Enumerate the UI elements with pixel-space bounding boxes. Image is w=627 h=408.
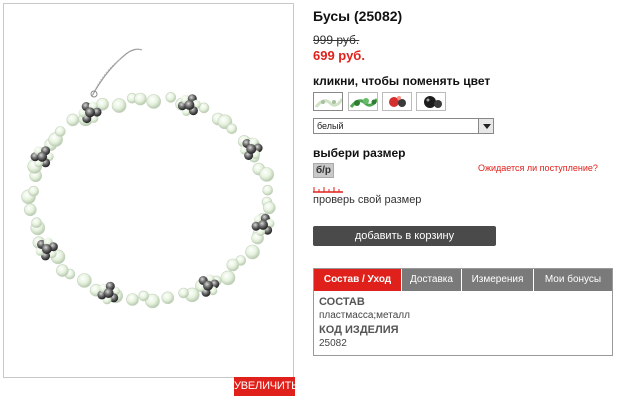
product-title: Бусы (25082)	[313, 8, 403, 24]
color-select-value: белый	[317, 121, 344, 131]
size-check-link[interactable]: проверь свой размер	[313, 194, 421, 206]
composition-value: пластмасса;металл	[319, 310, 410, 321]
new-price: 699 руб.	[313, 48, 365, 63]
tab-bar: Состав / Уход Доставка Измерения Мои бон…	[314, 269, 612, 291]
red-beads-swatch-icon	[389, 96, 406, 107]
composition-heading: СОСТАВ	[319, 296, 365, 308]
code-value: 25082	[319, 338, 347, 349]
tab-composition-care[interactable]: Состав / Уход	[314, 269, 402, 291]
chevron-down-icon[interactable]	[478, 119, 493, 133]
stock-inquiry-link[interactable]: Ожидается ли поступление?	[478, 163, 598, 173]
green-beads-swatch-icon	[349, 98, 377, 108]
zoom-button[interactable]: увеличить	[234, 377, 298, 396]
product-image[interactable]	[3, 3, 294, 378]
swatch-red[interactable]	[382, 92, 412, 111]
tab-content: СОСТАВ пластмасса;металл КОД ИЗДЕЛИЯ 250…	[319, 295, 607, 351]
color-heading: кликни, чтобы поменять цвет	[313, 74, 491, 88]
size-heading: выбери размер	[313, 146, 406, 160]
necklace-image	[21, 48, 276, 309]
ruler-icon[interactable]	[313, 185, 343, 193]
info-tabs-panel: Состав / Уход Доставка Измерения Мои бон…	[313, 268, 613, 356]
swatch-black[interactable]	[416, 92, 446, 111]
swatch-white[interactable]	[313, 92, 343, 111]
color-select[interactable]: белый	[313, 118, 494, 134]
add-to-cart-button[interactable]: добавить в корзину	[313, 226, 496, 246]
code-heading: КОД ИЗДЕЛИЯ	[319, 324, 399, 336]
swatch-green[interactable]	[348, 92, 378, 111]
tab-measurements[interactable]: Измерения	[462, 269, 534, 291]
tab-delivery[interactable]: Доставка	[402, 269, 462, 291]
white-beads-swatch-icon	[314, 98, 342, 108]
size-option[interactable]: б/р	[313, 163, 334, 178]
tab-my-bonuses[interactable]: Мои бонусы	[534, 269, 612, 291]
black-beads-swatch-icon	[424, 96, 442, 108]
old-price: 999 руб.	[313, 33, 360, 47]
